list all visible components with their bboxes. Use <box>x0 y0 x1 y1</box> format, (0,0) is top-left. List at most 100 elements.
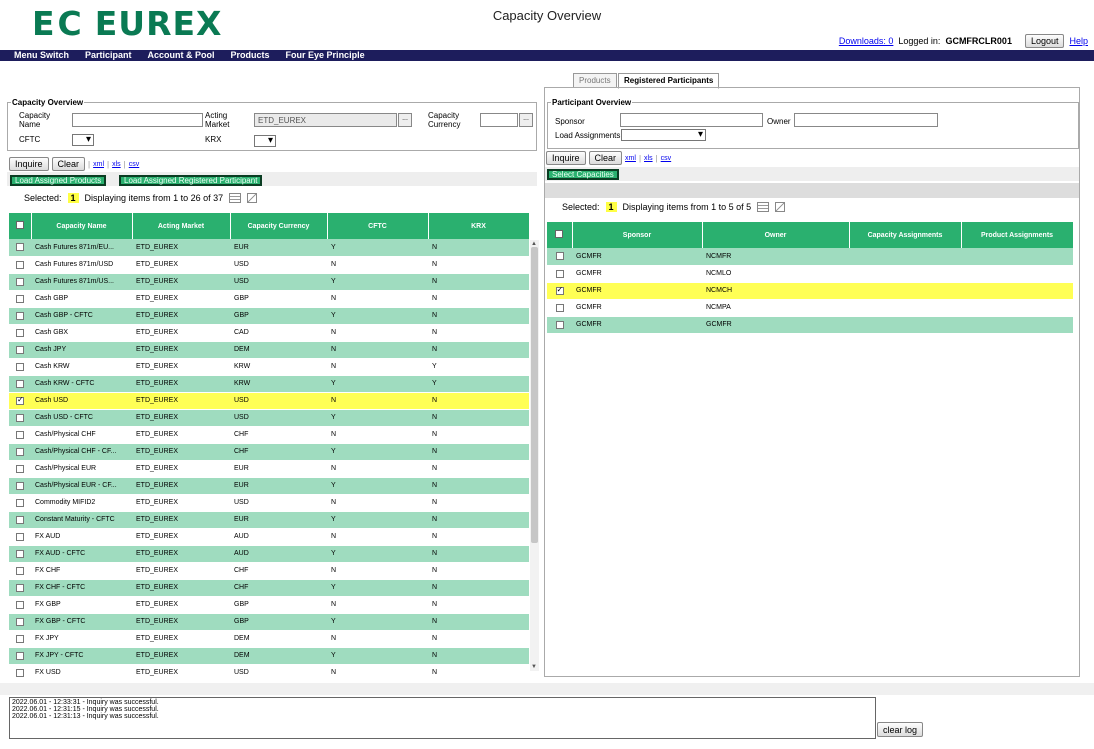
table-row[interactable]: Cash USD - CFTC ETD_EUREX USD Y N <box>9 409 529 427</box>
right-resize-columns-icon[interactable] <box>775 202 786 212</box>
load-assignments-select[interactable] <box>621 129 706 141</box>
participant-row[interactable]: GCMFRNCMCH <box>547 282 1073 300</box>
row-checkbox[interactable] <box>9 273 31 291</box>
load-assigned-participants-button[interactable]: Load Assigned Registered Participant <box>119 175 263 186</box>
acting-market-lookup-button[interactable]: ... <box>398 113 412 127</box>
tab-products[interactable]: Products <box>573 73 617 88</box>
row-checkbox-box[interactable] <box>555 320 564 329</box>
table-row[interactable]: FX GBP ETD_EUREX GBP N N <box>9 596 529 614</box>
select-capacities-button[interactable]: Select Capacities <box>547 169 619 180</box>
row-checkbox[interactable] <box>9 256 31 274</box>
scroll-up-arrow[interactable]: ▲ <box>531 241 537 247</box>
row-checkbox[interactable] <box>547 282 572 300</box>
capacity-name-input[interactable] <box>72 113 203 127</box>
row-checkbox[interactable] <box>547 299 572 317</box>
row-checkbox[interactable] <box>9 341 31 359</box>
row-checkbox[interactable] <box>9 392 31 410</box>
table-row[interactable]: Cash GBP ETD_EUREX GBP N N <box>9 290 529 308</box>
row-checkbox-box[interactable] <box>16 481 24 490</box>
table-row[interactable]: FX CHF - CFTC ETD_EUREX CHF Y N <box>9 579 529 597</box>
row-checkbox[interactable] <box>9 494 31 512</box>
row-checkbox[interactable] <box>9 426 31 444</box>
row-checkbox[interactable] <box>9 579 31 597</box>
row-checkbox[interactable] <box>9 511 31 529</box>
capacity-currency-input[interactable] <box>480 113 518 127</box>
col-owner[interactable]: Owner <box>702 222 850 248</box>
row-checkbox-box[interactable] <box>16 566 24 575</box>
clear-button[interactable]: Clear <box>51 157 86 171</box>
logout-button[interactable]: Logout <box>1024 34 1065 48</box>
capacity-currency-lookup-button[interactable]: ... <box>519 113 533 127</box>
export-xml-link[interactable]: xml <box>93 161 104 168</box>
table-row[interactable]: Cash KRW ETD_EUREX KRW N Y <box>9 358 529 376</box>
select-all-checkbox[interactable] <box>15 221 24 229</box>
table-row[interactable]: Cash/Physical EUR - CF... ETD_EUREX EUR Y N <box>9 477 529 495</box>
participant-row[interactable]: GCMFR GCMFR <box>547 316 1073 334</box>
clear-log-button[interactable]: clear log <box>877 722 924 737</box>
row-checkbox[interactable] <box>9 290 31 308</box>
row-checkbox-box[interactable] <box>16 345 24 354</box>
menu-four-eye[interactable]: Four Eye Principle <box>278 50 373 61</box>
row-checkbox[interactable] <box>9 358 31 376</box>
row-checkbox[interactable] <box>9 528 31 546</box>
menu-participant[interactable]: Participant <box>77 50 140 61</box>
cftc-select[interactable] <box>72 134 94 146</box>
right-inquire-button[interactable]: Inquire <box>546 151 586 165</box>
col-capacity-currency[interactable]: Capacity Currency <box>230 213 328 239</box>
row-checkbox-box[interactable] <box>16 311 24 320</box>
help-link[interactable]: Help <box>1069 36 1088 46</box>
row-checkbox[interactable] <box>9 324 31 342</box>
right-column-chooser-icon[interactable] <box>757 202 770 212</box>
table-row[interactable]: Cash KRW - CFTC ETD_EUREX KRW Y Y <box>9 375 529 393</box>
row-checkbox-box[interactable] <box>16 260 24 269</box>
owner-input[interactable] <box>794 113 938 127</box>
table-row[interactable]: FX GBP - CFTC ETD_EUREX GBP Y N <box>9 613 529 631</box>
table-row[interactable]: Cash/Physical CHF ETD_EUREX CHF N N <box>9 426 529 444</box>
col-cftc[interactable]: CFTC <box>327 213 429 239</box>
table-row[interactable]: Cash GBX ETD_EUREX CAD N N <box>9 324 529 342</box>
scroll-down-arrow[interactable]: ▼ <box>531 664 537 670</box>
table-row[interactable]: FX USD ETD_EUREX USD N N <box>9 664 529 682</box>
right-select-all-checkbox[interactable] <box>555 230 564 238</box>
row-checkbox-box[interactable] <box>16 668 24 677</box>
row-checkbox-box[interactable] <box>555 285 564 295</box>
table-row[interactable]: Constant Maturity - CFTC ETD_EUREX EUR Y N <box>9 511 529 529</box>
row-checkbox-box[interactable] <box>16 498 24 507</box>
table-row[interactable]: Cash GBP - CFTC ETD_EUREX GBP Y N <box>9 307 529 325</box>
row-checkbox[interactable] <box>9 664 31 682</box>
row-checkbox-box[interactable] <box>16 464 24 473</box>
participant-row[interactable]: GCMFR NCMLO <box>547 265 1073 283</box>
row-checkbox[interactable] <box>547 248 572 266</box>
table-row[interactable]: Cash JPY ETD_EUREX DEM N N <box>9 341 529 359</box>
row-checkbox[interactable] <box>9 443 31 461</box>
row-checkbox-box[interactable] <box>16 362 24 371</box>
table-row[interactable]: Cash/Physical EUR ETD_EUREX EUR N N <box>9 460 529 478</box>
row-checkbox-box[interactable] <box>16 395 24 405</box>
table-row[interactable]: Cash Futures 871m/US... ETD_EUREX USD Y N <box>9 273 529 291</box>
row-checkbox[interactable] <box>9 409 31 427</box>
table-row[interactable]: Commodity MIFID2 ETD_EUREX USD N N <box>9 494 529 512</box>
row-checkbox[interactable] <box>9 307 31 325</box>
row-checkbox[interactable] <box>9 460 31 478</box>
table-row[interactable]: FX AUD ETD_EUREX AUD N N <box>9 528 529 546</box>
row-checkbox-box[interactable] <box>16 651 24 660</box>
row-checkbox[interactable] <box>547 316 572 334</box>
column-chooser-icon[interactable] <box>229 193 242 203</box>
participant-row[interactable]: GCMFR NCMFR <box>547 248 1073 266</box>
row-checkbox-box[interactable] <box>16 549 24 558</box>
export-xls-link[interactable]: xls <box>112 161 121 168</box>
scrollbar-thumb[interactable] <box>531 247 538 543</box>
participant-row[interactable]: GCMFR NCMPA <box>547 299 1073 317</box>
row-checkbox-box[interactable] <box>16 243 24 252</box>
inquire-button[interactable]: Inquire <box>9 157 49 171</box>
row-checkbox-box[interactable] <box>16 447 24 456</box>
col-capacity-name[interactable]: Capacity Name <box>31 213 133 239</box>
row-checkbox[interactable] <box>9 562 31 580</box>
col-sponsor[interactable]: Sponsor <box>572 222 703 248</box>
col-krx[interactable]: KRX <box>428 213 530 239</box>
row-checkbox-box[interactable] <box>16 294 24 303</box>
col-capacity-assignments[interactable]: Capacity Assignments <box>849 222 962 248</box>
row-checkbox-box[interactable] <box>555 269 564 278</box>
row-checkbox[interactable] <box>9 630 31 648</box>
row-checkbox-box[interactable] <box>16 515 24 524</box>
